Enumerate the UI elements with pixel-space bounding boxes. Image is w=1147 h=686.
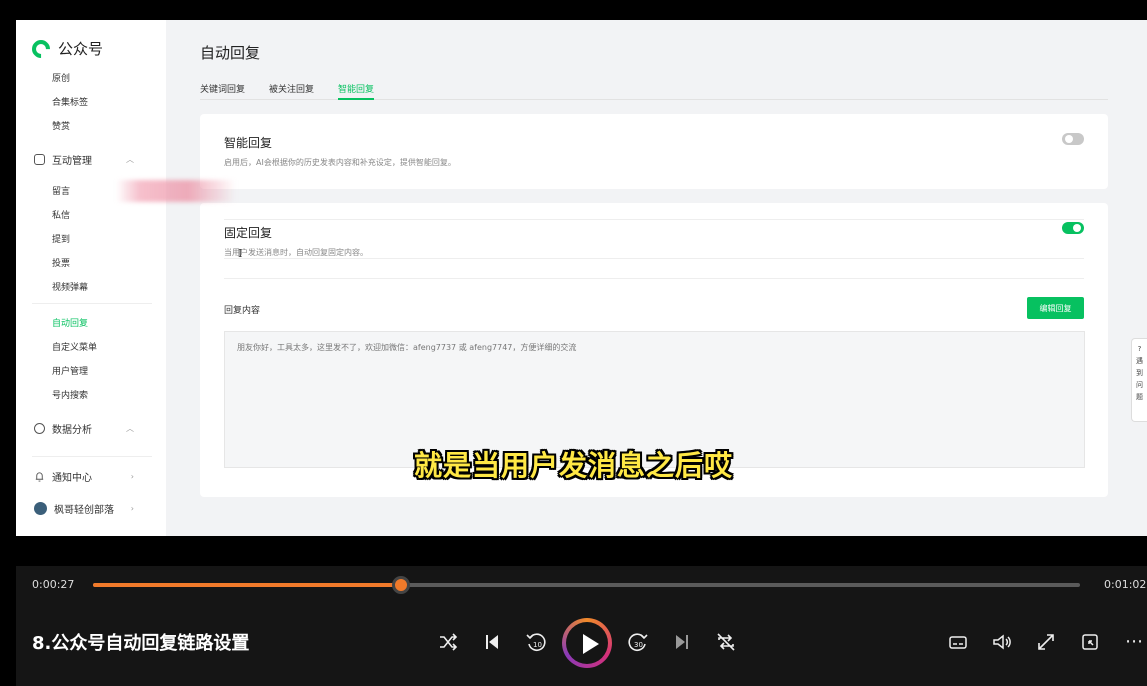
- fixed-reply-title: 固定回复: [224, 226, 273, 240]
- forward-30-icon[interactable]: 30: [626, 630, 650, 654]
- sidebar-item-reward[interactable]: 赞赏: [52, 119, 70, 132]
- smart-reply-title: 智能回复: [224, 136, 273, 150]
- sidebar-item-search[interactable]: 号内搜索: [52, 388, 88, 401]
- sidebar-divider: [32, 303, 152, 304]
- text-cursor-icon: I: [238, 247, 243, 260]
- volume-icon[interactable]: [990, 630, 1014, 654]
- tab-bar: 关键词回复 被关注回复 智能回复: [200, 82, 1108, 100]
- play-button[interactable]: [562, 618, 612, 668]
- fixed-reply-desc: 当用户发送消息时，自动回复固定内容。: [224, 248, 368, 257]
- sidebar-item-votes[interactable]: 投票: [52, 256, 70, 269]
- repeat-off-icon[interactable]: [714, 630, 738, 654]
- help-char: 到: [1136, 369, 1143, 377]
- help-icon: ?: [1137, 345, 1142, 353]
- tab-keyword-reply[interactable]: 关键词回复: [200, 82, 245, 100]
- card-divider: [224, 258, 1084, 259]
- help-char: 遇: [1136, 357, 1143, 365]
- mini-player-icon[interactable]: [1078, 630, 1102, 654]
- video-title: 8.公众号自动回复链路设置: [32, 633, 250, 654]
- sidebar-item-comments[interactable]: 留言: [52, 184, 70, 197]
- avatar: [34, 502, 47, 515]
- card-divider: [224, 219, 1084, 220]
- fullscreen-icon[interactable]: [1034, 630, 1058, 654]
- sidebar-group-label: 数据分析: [52, 425, 92, 436]
- progress-track[interactable]: [93, 576, 1080, 594]
- sidebar-account[interactable]: 枫哥轻创部落 ›: [34, 501, 134, 516]
- progress-thumb[interactable]: [391, 576, 410, 594]
- sidebar-item-custom-menu[interactable]: 自定义菜单: [52, 340, 97, 353]
- current-time: 0:00:27: [32, 578, 75, 591]
- sidebar-group-label: 互动管理: [52, 156, 92, 167]
- wechat-official-logo-icon: [28, 35, 54, 62]
- sidebar-item-collections[interactable]: 合集标签: [52, 95, 88, 108]
- previous-icon[interactable]: [480, 630, 504, 654]
- brand-logo[interactable]: 公众号: [28, 35, 104, 62]
- sidebar-item-original[interactable]: 原创: [52, 71, 70, 84]
- sidebar-item-mentions[interactable]: 提到: [52, 232, 70, 245]
- play-button-inner: [566, 622, 608, 664]
- sidebar-item-video-danmaku[interactable]: 视频弹幕: [52, 280, 88, 293]
- video-player-controls: 0:00:27 0:01:02 8.公众号自动回复链路设置 10 30 ⋯: [16, 566, 1147, 686]
- page-title: 自动回复: [200, 44, 261, 62]
- clock-chart-icon: [34, 423, 45, 434]
- chevron-up-icon: ︿: [126, 424, 134, 433]
- chevron-up-icon: ︿: [126, 155, 134, 164]
- chevron-right-icon: ›: [130, 504, 134, 513]
- edit-reply-button[interactable]: 编辑回复: [1027, 297, 1084, 319]
- help-side-tab[interactable]: ? 遇 到 问 题: [1131, 338, 1147, 422]
- more-options-icon[interactable]: ⋯: [1122, 630, 1146, 654]
- help-char: 问: [1136, 381, 1143, 389]
- tab-smart-reply[interactable]: 智能回复: [338, 82, 375, 100]
- sidebar-group-analytics[interactable]: 数据分析 ︿: [34, 421, 134, 436]
- card-divider: [224, 278, 1084, 279]
- smart-reply-toggle[interactable]: [1062, 133, 1084, 145]
- svg-text:30: 30: [634, 641, 643, 649]
- play-icon: [583, 634, 599, 654]
- message-icon: [34, 154, 45, 165]
- help-char: 题: [1136, 393, 1143, 401]
- brand-name: 公众号: [58, 40, 104, 58]
- sidebar-group-interaction[interactable]: 互动管理 ︿: [34, 152, 134, 167]
- account-name: 枫哥轻创部落: [54, 505, 114, 516]
- video-subtitle: 就是当用户发消息之后哎: [413, 449, 733, 482]
- fixed-reply-toggle[interactable]: [1062, 222, 1084, 234]
- shuffle-icon[interactable]: [436, 630, 460, 654]
- subtitles-icon[interactable]: [946, 630, 970, 654]
- sidebar-item-user-management[interactable]: 用户管理: [52, 364, 88, 377]
- total-time: 0:01:02: [1104, 578, 1147, 591]
- smart-reply-desc: 启用后，AI会根据你的历史发表内容和补充设定，提供智能回复。: [224, 158, 456, 167]
- tab-follow-reply[interactable]: 被关注回复: [269, 82, 314, 100]
- smart-reply-card: 智能回复 启用后，AI会根据你的历史发表内容和补充设定，提供智能回复。: [200, 114, 1108, 189]
- rewind-10-icon[interactable]: 10: [524, 630, 548, 654]
- sidebar-item-messages[interactable]: 私信: [52, 208, 70, 221]
- next-icon[interactable]: [670, 630, 694, 654]
- sidebar-item-auto-reply[interactable]: 自动回复: [52, 316, 88, 329]
- reply-content-label: 回复内容: [224, 306, 261, 316]
- svg-text:10: 10: [533, 641, 542, 649]
- blurred-overlay: [116, 180, 236, 202]
- progress-fill: [93, 583, 401, 587]
